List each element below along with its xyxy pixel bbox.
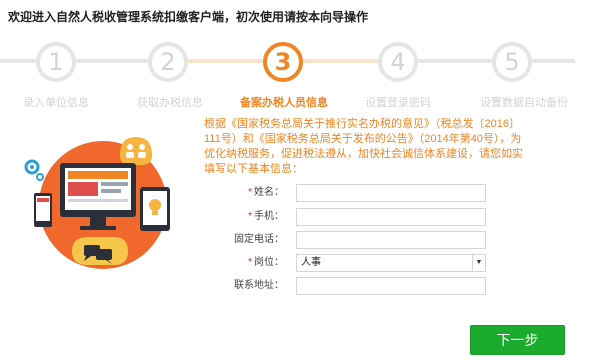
required-mark: * <box>248 211 252 222</box>
address-row: 联系地址： <box>200 277 490 295</box>
gear-icon <box>24 159 44 181</box>
mobile-label: * 手机： <box>248 211 284 222</box>
dropdown-arrow-icon[interactable]: ▼ <box>472 255 485 271</box>
step-2-label: 获取办税信息 <box>137 97 203 109</box>
address-label: 联系地址： <box>234 280 284 291</box>
team-icon <box>120 137 152 165</box>
step-2-circle: 2 <box>148 42 188 82</box>
position-label: * 岗位： <box>248 257 284 268</box>
position-row: * 岗位： 人事 ▼ <box>200 254 490 272</box>
next-button[interactable]: 下一步 <box>470 325 565 355</box>
step-5-label: 设置数据自动备份 <box>480 97 568 109</box>
required-mark: * <box>248 187 252 198</box>
page-title: 欢迎进入自然人税收管理系统扣缴客户端，初次使用请按本向导操作 <box>8 10 369 24</box>
intro-text: 根据《国家税务总局关于推行实名办税的意见》（税总发〔2016〕111号）和《国家… <box>204 118 523 175</box>
address-input[interactable] <box>296 277 486 295</box>
phone-label: 固定电话： <box>234 234 284 245</box>
mobile-row: * 手机： <box>200 208 490 226</box>
step-1-label: 录入单位信息 <box>23 97 89 109</box>
step-4-circle: 4 <box>378 42 418 82</box>
position-value: 人事 <box>301 257 321 268</box>
phone-input[interactable] <box>296 231 486 249</box>
phone-row: 固定电话： <box>200 231 490 249</box>
step-3-label: 备案办税人员信息 <box>240 97 328 109</box>
position-select[interactable]: 人事 ▼ <box>296 254 486 272</box>
required-mark: * <box>248 257 252 268</box>
phone-icon <box>34 193 52 227</box>
name-input[interactable] <box>296 184 486 202</box>
step-5-circle: 5 <box>492 42 532 82</box>
name-label: * 姓名： <box>248 187 284 198</box>
step-4-label: 设置登录密码 <box>365 97 431 109</box>
mobile-input[interactable] <box>296 208 486 226</box>
step-1-circle: 1 <box>36 42 76 82</box>
tablet-icon <box>140 187 170 231</box>
step-3-circle: 3 <box>263 42 303 82</box>
name-row: * 姓名： <box>200 184 490 202</box>
illustration <box>24 137 170 269</box>
chat-icon <box>72 237 128 265</box>
